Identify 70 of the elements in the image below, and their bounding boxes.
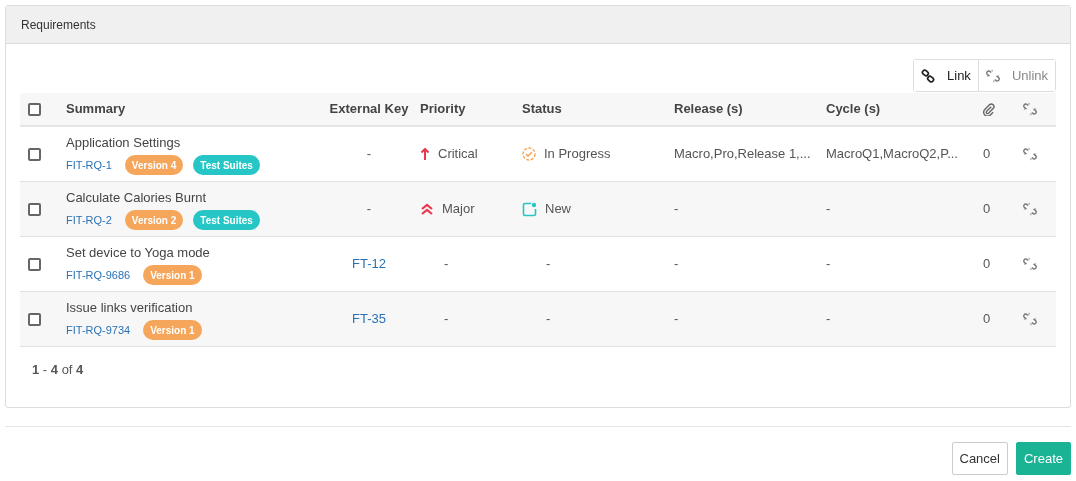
broken-link-icon bbox=[1023, 147, 1037, 161]
attachment-count: 0 bbox=[983, 145, 992, 164]
release-text: - bbox=[674, 200, 680, 219]
panel-title: Requirements bbox=[21, 16, 96, 34]
column-header: Summary bbox=[66, 100, 127, 119]
requirement-id-link[interactable]: FIT-RQ-9734 bbox=[66, 322, 131, 339]
priority-text: - bbox=[443, 255, 450, 274]
column-header: Priority bbox=[420, 100, 467, 119]
column-header: Status bbox=[522, 100, 563, 119]
status-text: - bbox=[545, 255, 552, 274]
status-text: New bbox=[545, 200, 571, 219]
column-header: Cycle (s) bbox=[826, 100, 882, 119]
tag: Test Suites bbox=[193, 210, 260, 231]
checkbox[interactable] bbox=[28, 312, 41, 326]
broken-link-icon bbox=[1023, 312, 1037, 326]
unlink-button[interactable]: Unlink bbox=[977, 60, 1055, 91]
unlink-row-button[interactable] bbox=[1023, 312, 1037, 326]
status-text: In Progress bbox=[544, 145, 611, 164]
column-header: External Key bbox=[329, 100, 409, 119]
unlink-row-button[interactable] bbox=[1023, 202, 1037, 216]
checkbox[interactable] bbox=[28, 102, 41, 116]
unlink-row-button[interactable] bbox=[1023, 257, 1037, 271]
priority-text: - bbox=[443, 310, 450, 329]
summary-text: Issue links verification bbox=[66, 298, 194, 317]
link-icon bbox=[921, 68, 935, 83]
requirement-id-link[interactable]: FIT-RQ-9686 bbox=[66, 267, 131, 284]
tag: Version 2 bbox=[124, 210, 184, 231]
checkbox[interactable] bbox=[28, 202, 41, 216]
unlink-row-button[interactable] bbox=[1023, 147, 1037, 161]
release-text: - bbox=[674, 255, 680, 274]
paperclip-icon bbox=[982, 102, 995, 116]
tag: Version 1 bbox=[143, 320, 202, 341]
requirement-id-link[interactable]: FIT-RQ-2 bbox=[66, 212, 112, 229]
checkbox[interactable] bbox=[28, 147, 41, 161]
broken-link-icon bbox=[1023, 257, 1037, 271]
tag: Test Suites bbox=[193, 155, 260, 176]
arrow-up-icon bbox=[420, 148, 430, 160]
external-key-link[interactable]: FT-35 bbox=[352, 309, 386, 329]
requirement-id-link[interactable]: FIT-RQ-1 bbox=[66, 157, 112, 174]
tag: Version 4 bbox=[124, 155, 184, 176]
external-key-text: - bbox=[366, 145, 372, 164]
cycle-text: - bbox=[826, 200, 832, 219]
check-circle-icon bbox=[522, 147, 536, 161]
tag: Version 1 bbox=[143, 265, 202, 286]
new-status-icon bbox=[522, 201, 537, 217]
cycle-text: MacroQ1,MacroQ2,P... bbox=[826, 145, 959, 164]
pagination-text: 1 - 4 of 4 bbox=[32, 362, 84, 377]
create-button[interactable]: Create bbox=[1015, 442, 1071, 475]
checkbox[interactable] bbox=[28, 257, 41, 271]
summary-text: Calculate Calories Burnt bbox=[66, 188, 208, 207]
cycle-text: - bbox=[826, 310, 832, 329]
column-header: Release (s) bbox=[674, 100, 744, 119]
cancel-button[interactable]: Cancel bbox=[951, 442, 1008, 475]
summary-text: Application Settings bbox=[66, 133, 182, 152]
priority-text: Major bbox=[442, 200, 475, 219]
release-text: Macro,Pro,Release 1,... bbox=[674, 145, 812, 164]
attachment-count: 0 bbox=[983, 200, 992, 219]
summary-text: Set device to Yoga mode bbox=[66, 243, 211, 262]
external-key-link[interactable]: FT-12 bbox=[352, 254, 386, 274]
attachment-count: 0 bbox=[983, 255, 992, 274]
broken-link-icon bbox=[985, 68, 1000, 83]
double-chevron-up-icon bbox=[420, 203, 434, 215]
attachment-count: 0 bbox=[983, 310, 992, 329]
cycle-text: - bbox=[826, 255, 832, 274]
priority-text: Critical bbox=[438, 145, 478, 164]
unlink-column-icon bbox=[1023, 102, 1037, 116]
status-text: - bbox=[545, 310, 552, 329]
release-text: - bbox=[674, 310, 680, 329]
external-key-text: - bbox=[366, 200, 372, 219]
broken-link-icon bbox=[1023, 202, 1037, 216]
